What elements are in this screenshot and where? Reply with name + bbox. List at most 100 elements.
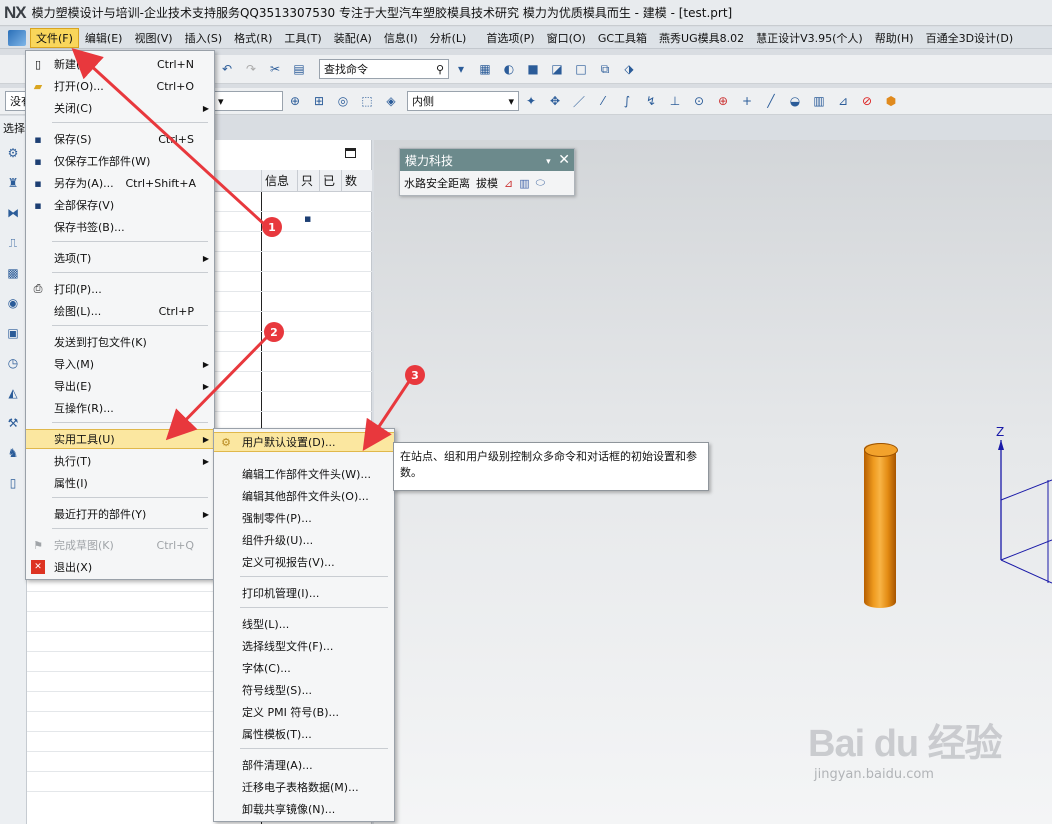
perpendicular-icon[interactable]: ⊥ <box>666 92 684 110</box>
intersect-icon[interactable]: ↯ <box>642 92 660 110</box>
menu-save-work-part[interactable]: ▪ 仅保存工作部件(W) <box>26 151 214 171</box>
part-navigator-icon[interactable]: ⎍ <box>4 234 22 252</box>
reuse-library-icon[interactable]: ▩ <box>4 264 22 282</box>
document-icon[interactable]: ▣ <box>4 324 22 342</box>
snap-icon[interactable]: ⊕ <box>286 92 304 110</box>
menu-tools[interactable]: 工具(T) <box>278 28 327 48</box>
menu-preferences[interactable]: 首选项(P) <box>480 28 540 48</box>
magnifier-icon[interactable]: ⚲ <box>436 63 444 76</box>
globe-icon[interactable]: ◎ <box>334 92 352 110</box>
submenu-line-font[interactable]: 线型(L)... <box>214 614 394 634</box>
measure-icon[interactable]: ⊿ <box>834 92 852 110</box>
menu-interop[interactable]: 互操作(R)... <box>26 398 214 418</box>
column-readonly[interactable]: 只 <box>297 169 319 192</box>
palette-icon[interactable]: ▯ <box>4 474 22 492</box>
line-icon[interactable]: ／ <box>570 92 588 110</box>
menu-save-all[interactable]: ▪ 全部保存(V) <box>26 195 214 215</box>
constraint-navigator-icon[interactable]: ⧓ <box>4 204 22 222</box>
menu-properties[interactable]: 属性(I) <box>26 473 214 493</box>
menu-help[interactable]: 帮助(H) <box>869 28 920 48</box>
menu-open[interactable]: ▰ 打开(O)... Ctrl+O <box>26 76 214 96</box>
history-icon[interactable]: ◷ <box>4 354 22 372</box>
redo-icon[interactable]: ↷ <box>242 60 260 78</box>
column-info[interactable]: 信息 <box>261 169 297 192</box>
submenu-printer-admin[interactable]: 打印机管理(I)... <box>214 583 394 603</box>
submenu-force-part[interactable]: 强制零件(P)... <box>214 508 394 528</box>
submenu-component-upgrade[interactable]: 组件升级(U)... <box>214 530 394 550</box>
menu-plot[interactable]: 绘图(L)... Ctrl+P <box>26 301 214 321</box>
menu-print[interactable]: ⎙ 打印(P)... <box>26 279 214 299</box>
stop-icon[interactable]: ⊘ <box>858 92 876 110</box>
submenu-part-cleanup[interactable]: 部件清理(A)... <box>214 755 394 775</box>
submenu-symbol-line[interactable]: 符号线型(S)... <box>214 680 394 700</box>
menu-assembly[interactable]: 装配(A) <box>328 28 378 48</box>
cylinder-model[interactable] <box>864 443 898 608</box>
cut-icon[interactable]: ✂ <box>266 60 284 78</box>
menu-exit[interactable]: ✕ 退出(X) <box>26 557 214 577</box>
move-icon[interactable]: ✥ <box>546 92 564 110</box>
menu-baitong[interactable]: 百通全3D设计(D) <box>920 28 1020 48</box>
gear-icon[interactable]: ⚙ <box>4 144 22 162</box>
view-icon[interactable]: ⧉ <box>596 60 614 78</box>
menu-save-bookmark[interactable]: 保存书签(B)... <box>26 217 214 237</box>
menu-save[interactable]: ▪ 保存(S) Ctrl+S <box>26 129 214 149</box>
chevron-down-icon[interactable]: ▾ <box>452 60 470 78</box>
menu-utilities[interactable]: 实用工具(U) ▶ <box>26 429 214 449</box>
menu-insert[interactable]: 插入(S) <box>179 28 229 48</box>
face-icon[interactable]: ◒ <box>786 92 804 110</box>
selection-icon[interactable]: ⊞ <box>310 92 328 110</box>
menu-file[interactable]: 文件(F) <box>30 27 79 48</box>
assembly-navigator-icon[interactable]: ♜ <box>4 174 22 192</box>
grid-icon[interactable]: ▥ <box>810 92 828 110</box>
midline-icon[interactable]: ⁄ <box>594 92 612 110</box>
menu-information[interactable]: 信息(I) <box>378 28 424 48</box>
chevron-down-icon[interactable]: ▾ <box>546 157 551 167</box>
command-search-input[interactable]: 查找命令 ⚲ <box>319 59 449 79</box>
menu-format[interactable]: 格式(R) <box>228 28 278 48</box>
menu-huizheng[interactable]: 慧正设计V3.95(个人) <box>750 28 869 48</box>
draft-button[interactable]: 拔模 <box>476 175 498 191</box>
menu-yanxiu[interactable]: 燕秀UG模具8.02 <box>653 28 750 48</box>
system-material-icon[interactable]: ◭ <box>4 384 22 402</box>
submenu-unload-shared-image[interactable]: 卸载共享镜像(N)... <box>214 799 394 819</box>
menu-edit[interactable]: 编辑(E) <box>79 28 129 48</box>
draft-angle-icon[interactable]: ⊿ <box>504 177 513 190</box>
submenu-edit-other-header[interactable]: 编辑其他部件文件头(O)... <box>214 486 394 506</box>
point-snap-icon[interactable]: ✦ <box>522 92 540 110</box>
menu-save-as[interactable]: ▪ 另存为(A)... Ctrl+Shift+A <box>26 173 214 193</box>
menu-analysis[interactable]: 分析(L) <box>424 28 473 48</box>
menu-close[interactable]: 关闭(C) ▶ <box>26 98 214 118</box>
view-orient-icon[interactable]: ⬗ <box>620 60 638 78</box>
menu-new[interactable]: ▯ 新建(N) Ctrl+N <box>26 54 214 74</box>
close-icon[interactable]: ✕ <box>558 152 570 168</box>
process-studio-icon[interactable]: ⚒ <box>4 414 22 432</box>
nx-app-icon[interactable] <box>8 29 26 46</box>
menu-export[interactable]: 导出(E) ▶ <box>26 376 214 396</box>
menu-options[interactable]: 选项(T) ▶ <box>26 248 214 268</box>
column-modified[interactable]: 已 <box>319 169 341 192</box>
center-icon[interactable]: ⊙ <box>690 92 708 110</box>
cube-icon[interactable]: ■ <box>524 60 542 78</box>
cross-icon[interactable]: + <box>738 92 756 110</box>
box-select-icon[interactable]: ⬚ <box>358 92 376 110</box>
web-browser-icon[interactable]: ◉ <box>4 294 22 312</box>
color-icon[interactable]: □ <box>572 60 590 78</box>
render-icon[interactable]: ◈ <box>382 92 400 110</box>
moli-toolbar-header[interactable]: 模力科技 ▾ ✕ <box>400 149 574 171</box>
shade-icon[interactable]: ◐ <box>500 60 518 78</box>
column-count[interactable]: 数 <box>341 169 363 192</box>
inside-select[interactable]: 内侧 ▾ <box>407 91 519 111</box>
submenu-edit-work-header[interactable]: 编辑工作部件文件头(W)... <box>214 464 394 484</box>
window-layout-icon[interactable]: ▦ <box>476 60 494 78</box>
tangent-icon[interactable]: ╱ <box>762 92 780 110</box>
menu-send-package[interactable]: 发送到打包文件(K) <box>26 332 214 352</box>
submenu-font[interactable]: 字体(C)... <box>214 658 394 678</box>
menu-window[interactable]: 窗口(O) <box>541 28 592 48</box>
maximize-icon[interactable] <box>345 148 356 158</box>
submenu-visual-report[interactable]: 定义可视报告(V)... <box>214 552 394 572</box>
menu-gc-toolbox[interactable]: GC工具箱 <box>592 28 653 48</box>
submenu-pmi-symbol[interactable]: 定义 PMI 符号(B)... <box>214 702 394 722</box>
books-icon[interactable]: ▥ <box>519 177 529 190</box>
menu-import[interactable]: 导入(M) ▶ <box>26 354 214 374</box>
submenu-select-line-file[interactable]: 选择线型文件(F)... <box>214 636 394 656</box>
